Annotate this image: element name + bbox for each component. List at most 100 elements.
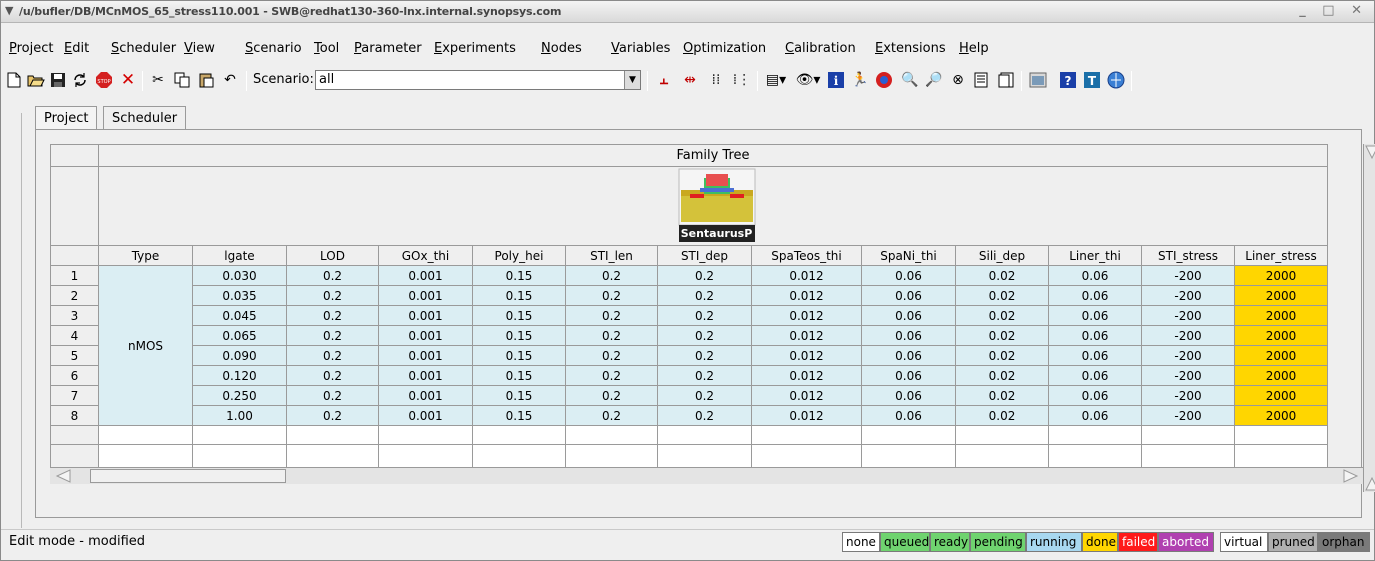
table-cell[interactable]: 0.15 xyxy=(473,406,566,426)
empty-cell[interactable] xyxy=(1235,426,1328,445)
table-cell[interactable]: 0.06 xyxy=(862,306,956,326)
table-cell[interactable]: 0.001 xyxy=(379,286,473,306)
table-cell[interactable]: 0.120 xyxy=(193,366,287,386)
delete-icon[interactable]: ✕ xyxy=(117,69,139,91)
column-header-9[interactable]: Liner_thi xyxy=(1049,246,1142,266)
table-cell[interactable]: -200 xyxy=(1142,326,1235,346)
empty-cell[interactable] xyxy=(99,426,193,445)
table-cell[interactable]: 0.06 xyxy=(1049,366,1142,386)
table-cell[interactable]: 0.2 xyxy=(566,306,658,326)
table-cell[interactable]: -200 xyxy=(1142,386,1235,406)
table-cell[interactable]: 0.15 xyxy=(473,346,566,366)
menu-item-3[interactable]: View xyxy=(184,41,215,56)
table-cell[interactable]: 0.2 xyxy=(566,286,658,306)
menu-item-8[interactable]: Nodes xyxy=(541,41,582,56)
empty-cell[interactable] xyxy=(752,426,862,445)
table-cell[interactable]: 0.2 xyxy=(658,386,752,406)
table-cell[interactable]: 2000 xyxy=(1235,346,1328,366)
zoom-reset-icon[interactable]: ⊗ xyxy=(947,69,969,91)
undo-icon[interactable]: ↶ xyxy=(219,69,241,91)
table-cell[interactable]: 0.2 xyxy=(287,406,379,426)
menu-item-9[interactable]: Variables xyxy=(611,41,670,56)
table-cell[interactable]: 0.02 xyxy=(956,286,1049,306)
menu-item-5[interactable]: Tool xyxy=(314,41,339,56)
table-cell[interactable]: 0.030 xyxy=(193,266,287,286)
column-header-8[interactable]: Sili_dep xyxy=(956,246,1049,266)
open-folder-icon[interactable] xyxy=(25,69,47,91)
add-node-icon[interactable]: ⁞⋮ xyxy=(731,69,753,91)
empty-cell[interactable] xyxy=(566,426,658,445)
save-icon[interactable] xyxy=(47,69,69,91)
menu-item-11[interactable]: Calibration xyxy=(785,41,856,56)
table-cell[interactable]: 2000 xyxy=(1235,286,1328,306)
menu-item-2[interactable]: Scheduler xyxy=(111,41,176,56)
preprocess-icon[interactable] xyxy=(971,69,993,91)
column-header-2[interactable]: GOx_thi xyxy=(379,246,473,266)
table-cell[interactable]: 0.2 xyxy=(287,286,379,306)
stop-icon[interactable]: STOP xyxy=(93,69,115,91)
row-number[interactable]: 4 xyxy=(51,326,99,346)
empty-cell[interactable] xyxy=(956,426,1049,445)
table-cell[interactable]: -200 xyxy=(1142,286,1235,306)
table-cell[interactable]: 0.035 xyxy=(193,286,287,306)
table-cell[interactable]: 0.2 xyxy=(658,266,752,286)
menu-item-1[interactable]: Edit xyxy=(64,41,89,56)
tab-scheduler[interactable]: Scheduler xyxy=(103,106,187,130)
column-header-type[interactable]: Type xyxy=(99,246,193,266)
table-cell[interactable]: 2000 xyxy=(1235,306,1328,326)
table-cell[interactable]: 0.012 xyxy=(752,366,862,386)
preprocess-all-icon[interactable] xyxy=(995,69,1017,91)
table-cell[interactable]: -200 xyxy=(1142,346,1235,366)
table-cell[interactable]: 0.012 xyxy=(752,326,862,346)
table-cell[interactable]: 0.2 xyxy=(287,326,379,346)
vertical-scrollbar[interactable] xyxy=(1363,144,1375,492)
table-cell[interactable]: 0.02 xyxy=(956,366,1049,386)
copy-icon[interactable] xyxy=(171,69,193,91)
table-cell[interactable]: 0.2 xyxy=(658,286,752,306)
view-options-icon[interactable]: ▤▾ xyxy=(761,69,791,91)
column-header-7[interactable]: SpaNi_thi xyxy=(862,246,956,266)
menu-item-13[interactable]: Help xyxy=(959,41,989,56)
table-cell[interactable]: 0.001 xyxy=(379,326,473,346)
menu-item-4[interactable]: Scenario xyxy=(245,41,302,56)
row-number[interactable]: 7 xyxy=(51,386,99,406)
row-number[interactable]: 8 xyxy=(51,406,99,426)
empty-cell[interactable] xyxy=(1049,426,1142,445)
refresh-icon[interactable] xyxy=(69,69,91,91)
table-cell[interactable]: 0.2 xyxy=(566,366,658,386)
table-cell[interactable]: 0.001 xyxy=(379,306,473,326)
tab-project[interactable]: Project xyxy=(35,106,98,131)
table-cell[interactable]: 2000 xyxy=(1235,366,1328,386)
table-cell[interactable]: -200 xyxy=(1142,266,1235,286)
table-cell[interactable]: 0.06 xyxy=(1049,326,1142,346)
empty-cell[interactable] xyxy=(473,426,566,445)
table-cell[interactable]: 2000 xyxy=(1235,406,1328,426)
table-cell[interactable]: 0.250 xyxy=(193,386,287,406)
table-cell[interactable]: 0.06 xyxy=(862,386,956,406)
table-cell[interactable]: 0.2 xyxy=(287,386,379,406)
table-cell[interactable]: 0.045 xyxy=(193,306,287,326)
table-cell[interactable]: -200 xyxy=(1142,366,1235,386)
column-header-11[interactable]: Liner_stress xyxy=(1235,246,1328,266)
menu-item-0[interactable]: Project xyxy=(9,41,54,56)
table-cell[interactable]: 0.02 xyxy=(956,326,1049,346)
table-cell[interactable]: 0.2 xyxy=(287,346,379,366)
tcad-icon[interactable]: T xyxy=(1081,69,1103,91)
web-icon[interactable] xyxy=(1105,69,1127,91)
empty-cell[interactable] xyxy=(193,426,287,445)
cut-icon[interactable]: ✂ xyxy=(147,69,169,91)
type-cell-nmos[interactable]: nMOS xyxy=(99,266,193,426)
row-number[interactable]: 5 xyxy=(51,346,99,366)
table-cell[interactable]: 0.06 xyxy=(862,326,956,346)
table-cell[interactable]: 1.00 xyxy=(193,406,287,426)
visibility-icon[interactable]: 👁▾ xyxy=(793,69,823,91)
info-icon[interactable]: i xyxy=(825,69,847,91)
table-cell[interactable]: 0.06 xyxy=(1049,266,1142,286)
row-number[interactable]: 6 xyxy=(51,366,99,386)
table-cell[interactable]: 0.2 xyxy=(566,346,658,366)
menu-item-6[interactable]: Parameter xyxy=(354,41,422,56)
table-cell[interactable]: 2000 xyxy=(1235,266,1328,286)
table-cell[interactable]: 0.15 xyxy=(473,266,566,286)
row-number[interactable]: 2 xyxy=(51,286,99,306)
empty-cell[interactable] xyxy=(862,426,956,445)
